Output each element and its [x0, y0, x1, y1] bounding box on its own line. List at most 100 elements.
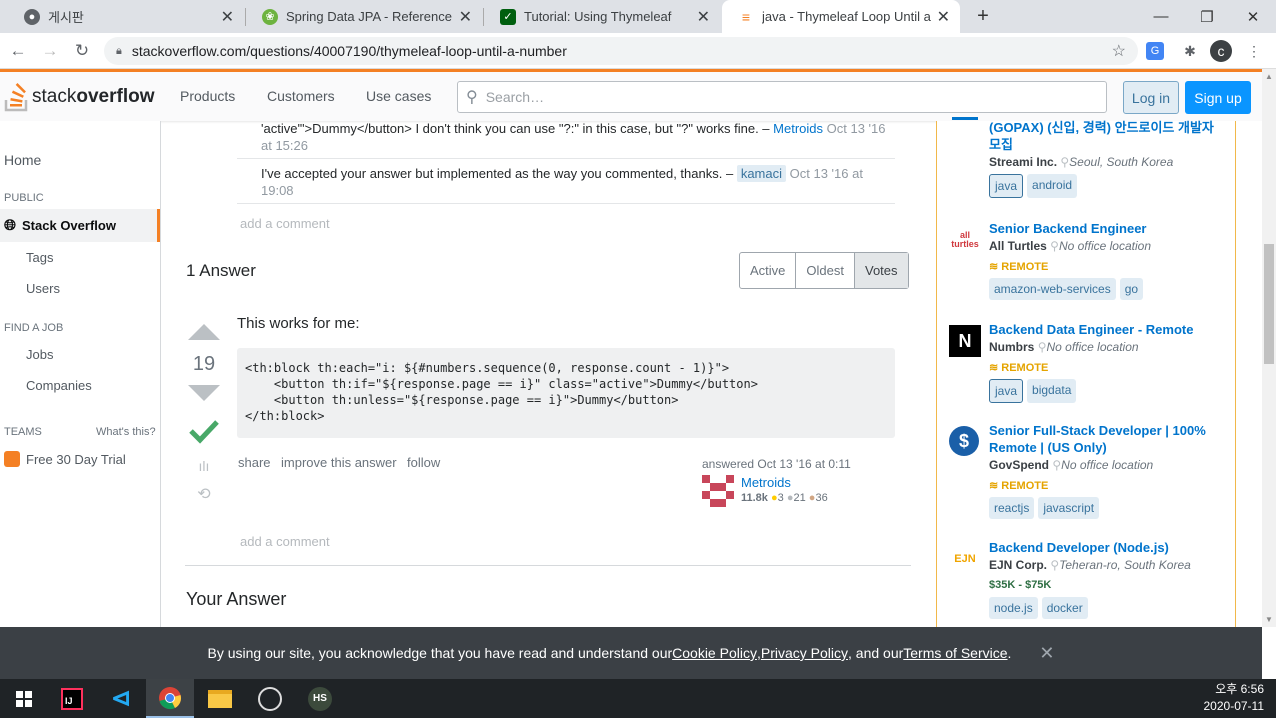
- job-listing[interactable]: EJN Backend Developer (Node.js) EJN Corp…: [949, 539, 1229, 621]
- sort-active[interactable]: Active: [740, 253, 797, 288]
- free-trial-link[interactable]: Free 30 Day Trial: [4, 451, 126, 467]
- upvote-icon[interactable]: [186, 321, 222, 343]
- scroll-up-icon[interactable]: ▲: [1265, 72, 1273, 81]
- so-logo[interactable]: stack overflow: [4, 82, 154, 112]
- answer-sort-tabs: Active Oldest Votes: [739, 252, 909, 289]
- cookie-policy-link[interactable]: Cookie Policy: [672, 645, 757, 661]
- sort-votes[interactable]: Votes: [854, 253, 908, 288]
- improve-answer-link[interactable]: improve this answer: [281, 455, 397, 470]
- sidebar-jobs[interactable]: Jobs: [26, 347, 53, 362]
- avatar[interactable]: [702, 475, 734, 507]
- comment-user-link[interactable]: kamaci: [736, 165, 786, 182]
- tag[interactable]: bigdata: [1027, 379, 1077, 403]
- job-listing[interactable]: (GOPAX) (신입, 경력) 안드로이드 개발자 모집 Streami In…: [949, 116, 1229, 201]
- browser-tab-1[interactable]: ● 게시판 ✕: [8, 0, 244, 33]
- share-link[interactable]: share: [238, 455, 271, 470]
- job-listing[interactable]: N Backend Data Engineer - Remote Numbrs …: [949, 321, 1229, 403]
- stackoverflow-icon: ≡: [741, 8, 751, 25]
- sidebar-stack-overflow[interactable]: 🌐︎ Stack Overflow: [0, 209, 160, 242]
- profile-avatar[interactable]: c: [1210, 40, 1232, 62]
- signup-button[interactable]: Sign up: [1185, 81, 1251, 114]
- close-banner-icon[interactable]: ✕: [1039, 643, 1054, 664]
- cookie-banner: By using our site, you acknowledge that …: [0, 627, 1262, 679]
- hs-app-icon[interactable]: HS: [296, 679, 344, 718]
- whats-this-link[interactable]: What's this?: [96, 426, 156, 438]
- remote-icon: ≋: [989, 261, 1002, 273]
- job-listing[interactable]: $ Senior Full-Stack Developer | 100% Rem…: [949, 422, 1229, 522]
- sidebar-public-heading: PUBLIC: [4, 192, 44, 204]
- privacy-policy-link[interactable]: Privacy Policy: [761, 645, 848, 661]
- so-topbar: stack overflow Products Customers Use cas…: [0, 69, 1262, 121]
- windows-start-icon[interactable]: [0, 679, 48, 718]
- forward-icon[interactable]: →: [38, 39, 62, 63]
- close-tab-icon[interactable]: ✕: [459, 7, 472, 27]
- bookmark-star-icon[interactable]: ☆: [1112, 41, 1126, 61]
- terms-link[interactable]: Terms of Service: [903, 645, 1007, 661]
- system-clock[interactable]: 오후 6:56 2020-07-11: [1204, 681, 1265, 715]
- comment-1: 'active'">Dummy</button> I don't think y…: [261, 121, 886, 153]
- close-tab-icon[interactable]: ✕: [221, 7, 234, 27]
- location-pin-icon: ⚲: [1052, 458, 1062, 472]
- page-scrollbar[interactable]: ▲ ▼: [1262, 69, 1276, 627]
- job-listing[interactable]: all turtles Senior Backend Engineer All …: [949, 220, 1229, 302]
- back-icon[interactable]: ←: [6, 39, 30, 63]
- sidebar-users[interactable]: Users: [26, 281, 60, 296]
- chrome-icon[interactable]: [146, 679, 194, 718]
- scroll-down-icon[interactable]: ▼: [1265, 615, 1273, 624]
- new-tab-icon[interactable]: +: [960, 0, 1006, 33]
- translate-icon[interactable]: G: [1146, 42, 1164, 60]
- nav-products[interactable]: Products: [180, 88, 235, 104]
- close-tab-icon[interactable]: ✕: [697, 7, 710, 27]
- window-close-icon[interactable]: ✕: [1230, 0, 1276, 33]
- tag[interactable]: java: [989, 174, 1024, 198]
- company-logo: all turtles: [951, 230, 979, 249]
- tag[interactable]: go: [1119, 278, 1144, 300]
- intellij-icon[interactable]: IJ: [48, 679, 96, 718]
- vscode-icon[interactable]: ⊲: [97, 679, 145, 718]
- add-comment-link[interactable]: add a comment: [240, 534, 330, 549]
- browser-tab-3[interactable]: ✓ Tutorial: Using Thymeleaf ✕: [484, 0, 720, 33]
- minimize-icon[interactable]: —: [1138, 0, 1184, 33]
- browser-tab-2[interactable]: ❀ Spring Data JPA - Reference Do ✕: [246, 0, 482, 33]
- downvote-icon[interactable]: [186, 382, 222, 404]
- tag[interactable]: node.js: [989, 597, 1038, 619]
- browser-tab-4-active[interactable]: ≡ java - Thymeleaf Loop Until a N ✕: [722, 0, 960, 33]
- sidebar-home[interactable]: Home: [4, 152, 41, 168]
- file-explorer-icon[interactable]: [196, 679, 244, 718]
- nav-use-cases[interactable]: Use cases: [366, 88, 431, 104]
- close-tab-icon[interactable]: ✕: [937, 7, 950, 27]
- tag[interactable]: java: [989, 379, 1024, 403]
- tag[interactable]: amazon-web-services: [989, 278, 1116, 300]
- nav-customers[interactable]: Customers: [267, 88, 335, 104]
- reload-icon[interactable]: ↻: [70, 39, 94, 63]
- tag[interactable]: docker: [1041, 597, 1088, 619]
- answerer-link[interactable]: Metroids: [741, 475, 828, 490]
- tag[interactable]: android: [1027, 174, 1078, 198]
- tag[interactable]: javascript: [1038, 497, 1100, 519]
- salary: $35K - $75K: [989, 579, 1052, 591]
- address-bar: ← → ↻ 🔒︎ stackoverflow.com/questions/400…: [0, 33, 1276, 69]
- search-input[interactable]: ⚲ Search…: [457, 81, 1107, 113]
- comment-user-link[interactable]: Metroids: [773, 121, 823, 136]
- url-field[interactable]: 🔒︎ stackoverflow.com/questions/40007190/…: [104, 37, 1138, 65]
- sort-oldest[interactable]: Oldest: [796, 253, 855, 288]
- tag[interactable]: reactjs: [989, 497, 1035, 519]
- reputation: 11.8k: [741, 492, 768, 504]
- extensions-icon[interactable]: ✱: [1178, 39, 1202, 63]
- follow-link[interactable]: follow: [407, 455, 440, 470]
- history-icon[interactable]: ⟲: [197, 484, 210, 504]
- vote-count: 19: [192, 353, 216, 375]
- obs-icon[interactable]: [246, 679, 294, 718]
- restore-icon[interactable]: ❐: [1184, 0, 1230, 33]
- login-button[interactable]: Log in: [1123, 81, 1179, 114]
- answer-body: This works for me:: [237, 315, 360, 332]
- sidebar-find-job-heading: FIND A JOB: [4, 322, 64, 334]
- comment-2: I've accepted your answer but implemente…: [261, 165, 863, 198]
- activity-icon[interactable]: ılı: [199, 458, 210, 474]
- menu-kebab-icon[interactable]: ⋮: [1242, 39, 1266, 63]
- add-comment-link[interactable]: add a comment: [240, 216, 330, 231]
- sidebar-companies[interactable]: Companies: [26, 378, 92, 393]
- sidebar-tags[interactable]: Tags: [26, 250, 53, 265]
- company-logo: [949, 113, 981, 123]
- scrollbar-thumb[interactable]: [1264, 244, 1274, 364]
